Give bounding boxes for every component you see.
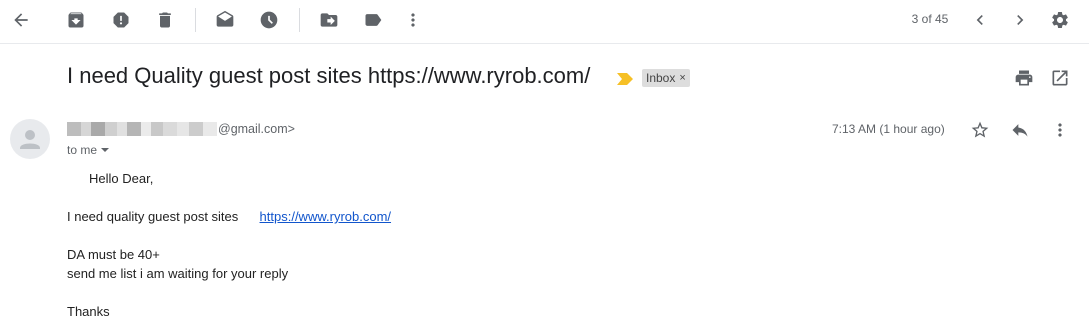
toolbar-divider-line <box>0 43 1089 44</box>
email-subject: I need Quality guest post sites https://… <box>67 63 591 88</box>
more-options-icon[interactable] <box>1048 118 1072 142</box>
toolbar-divider <box>299 8 300 32</box>
star-icon[interactable] <box>968 118 992 142</box>
email-timestamp: 7:13 AM (1 hour ago) <box>832 122 945 136</box>
chevron-right-icon[interactable] <box>1008 8 1032 32</box>
dropdown-arrow-icon[interactable] <box>100 145 110 155</box>
archive-icon[interactable] <box>64 8 88 32</box>
body-closing: Thanks <box>67 304 110 319</box>
body-line-da: DA must be 40+ <box>67 247 160 262</box>
body-line-text: I need quality guest post sites <box>67 209 239 224</box>
delete-icon[interactable] <box>153 8 177 32</box>
settings-gear-icon[interactable] <box>1048 8 1072 32</box>
body-line-request: I need quality guest post sites https://… <box>67 209 391 224</box>
recipient-details[interactable]: to me <box>67 143 110 157</box>
print-icon[interactable] <box>1012 66 1036 90</box>
label-remove-button[interactable]: × <box>679 72 685 84</box>
label-chip-inbox: Inbox × <box>642 69 690 87</box>
report-spam-icon[interactable] <box>109 8 133 32</box>
sender-name-redacted[interactable] <box>67 122 217 136</box>
open-new-window-icon[interactable] <box>1048 66 1072 90</box>
person-icon <box>20 130 40 149</box>
avatar[interactable] <box>10 119 50 159</box>
label-chip-text: Inbox <box>646 71 676 85</box>
labels-icon[interactable] <box>361 8 385 32</box>
body-greeting: Hello Dear, <box>89 171 154 186</box>
more-vert-icon[interactable] <box>401 8 425 32</box>
mark-unread-icon[interactable] <box>213 8 237 32</box>
reply-icon[interactable] <box>1008 118 1032 142</box>
snooze-icon[interactable] <box>257 8 281 32</box>
importance-marker-icon[interactable] <box>617 72 633 90</box>
body-link[interactable]: https://www.ryrob.com/ <box>260 209 391 224</box>
body-line-waiting: send me list i am waiting for your reply <box>67 266 289 281</box>
recipient-label: to me <box>67 143 98 157</box>
back-arrow-icon[interactable] <box>9 8 33 32</box>
chevron-left-icon[interactable] <box>968 8 992 32</box>
move-to-icon[interactable] <box>317 8 341 32</box>
toolbar-divider <box>195 8 196 32</box>
sender-email-domain: @gmail.com> <box>218 122 295 136</box>
pager-count: 3 of 45 <box>911 12 949 26</box>
